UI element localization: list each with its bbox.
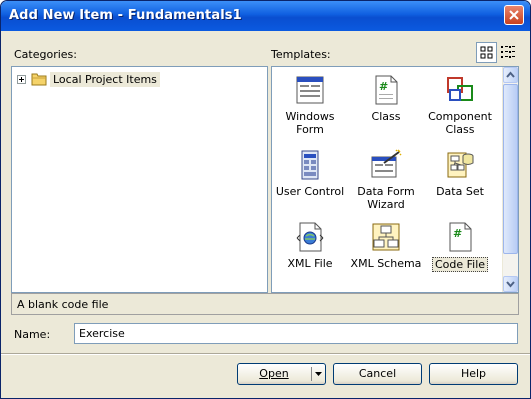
template-label: Data Form Wizard [357,185,415,211]
svg-text:#: # [453,227,462,240]
templates-label: Templates: [271,48,331,61]
small-icons-view-icon [501,46,515,58]
split-divider [311,367,312,381]
svg-text:#: # [379,80,388,93]
windows-form-icon [296,76,324,104]
chevron-down-icon [506,281,515,288]
help-button[interactable]: Help [429,363,518,385]
categories-label: Categories: [14,48,77,61]
folder-icon [31,73,47,86]
scroll-up-button[interactable] [503,67,518,83]
template-user-control[interactable]: User Control [272,149,348,198]
xml-schema-icon [372,223,400,251]
template-code-file[interactable]: # Code File [422,221,498,272]
template-label: XML Schema [350,257,422,270]
close-icon [509,10,519,20]
name-label: Name: [14,328,51,341]
scroll-thumb[interactable] [503,84,518,254]
template-label: XML File [287,257,333,270]
template-component-class[interactable]: Component Class [422,74,498,136]
open-button-label: Open [259,367,289,380]
code-file-icon: # [449,222,472,252]
cancel-button[interactable]: Cancel [333,363,422,385]
add-new-item-dialog: Add New Item - Fundamentals1 Categories:… [0,0,531,399]
template-label: Code File [431,257,489,272]
template-label: Class [371,110,401,123]
help-button-label: Help [460,367,487,380]
templates-list[interactable]: Windows Form # Class Component Class Use… [271,66,519,293]
user-control-icon [301,150,319,180]
categories-tree[interactable]: Local Project Items [11,66,268,293]
data-set-icon [447,152,474,178]
template-data-set[interactable]: Data Set [422,149,498,198]
template-label: User Control [275,185,345,198]
expand-icon[interactable] [17,74,26,84]
template-xml-schema[interactable]: XML Schema [348,221,424,270]
template-windows-form[interactable]: Windows Form [272,74,348,136]
small-icons-view-button[interactable] [498,42,519,63]
template-class[interactable]: # Class [348,74,424,123]
cancel-button-label: Cancel [358,367,397,380]
large-icons-view-icon [480,46,493,59]
templates-scrollbar[interactable] [502,67,518,292]
close-button[interactable] [504,5,524,25]
divider [1,353,530,355]
template-label: Windows Form [285,110,335,136]
tree-item-label: Local Project Items [50,71,160,87]
class-file-icon: # [375,75,398,105]
description-text: A blank code file [17,298,109,311]
dropdown-arrow-icon[interactable] [315,372,322,377]
window-title: Add New Item - Fundamentals1 [9,8,242,23]
xml-file-icon [296,222,324,252]
name-input[interactable] [74,323,518,344]
description-box: A blank code file [11,293,519,315]
template-label: Data Set [436,185,484,198]
chevron-up-icon [506,71,515,78]
large-icons-view-button[interactable] [476,42,497,63]
title-bar[interactable]: Add New Item - Fundamentals1 [1,1,530,31]
data-form-wizard-icon [371,149,402,178]
template-label: Component Class [428,110,492,136]
scroll-down-button[interactable] [503,276,518,292]
tree-item-local-project-items[interactable]: Local Project Items [17,71,160,87]
open-button[interactable]: Open [237,363,326,385]
template-data-form-wizard[interactable]: Data Form Wizard [348,149,424,211]
component-class-icon [447,77,473,101]
template-xml-file[interactable]: XML File [272,221,348,270]
